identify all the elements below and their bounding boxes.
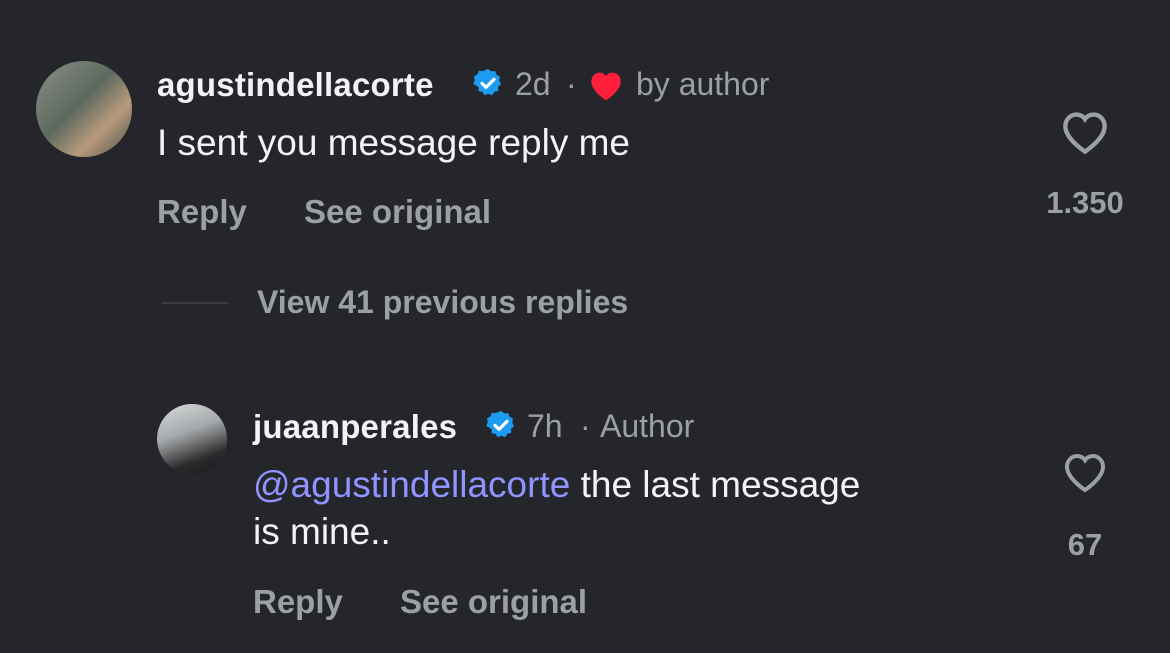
- author-badge: Author: [600, 408, 695, 444]
- meta-separator: ·: [566, 66, 577, 102]
- verified-badge-icon: [486, 411, 514, 438]
- comment-text: I sent you message reply me: [157, 122, 630, 163]
- comment-time: 2d: [515, 66, 551, 102]
- comment-username[interactable]: agustindellacorte: [157, 66, 434, 104]
- replies-divider: [162, 302, 228, 304]
- heart-filled-icon: [591, 72, 621, 101]
- avatar[interactable]: [157, 404, 227, 474]
- reply-button[interactable]: Reply: [157, 193, 247, 231]
- reply-text: @agustindellacorte the last message is m…: [253, 461, 860, 555]
- like-count: 1.350: [1046, 185, 1124, 220]
- see-original-button[interactable]: See original: [400, 583, 587, 621]
- reply-text-line2: is mine..: [253, 511, 391, 552]
- meta-separator: ·: [580, 408, 591, 444]
- heart-outline-icon[interactable]: [1058, 108, 1112, 156]
- view-previous-replies-button[interactable]: View 41 previous replies: [257, 284, 628, 321]
- avatar[interactable]: [36, 61, 132, 157]
- reply-text-part: the last message: [570, 464, 861, 505]
- verified-badge-icon: [473, 69, 501, 96]
- reply-button[interactable]: Reply: [253, 583, 343, 621]
- heart-outline-icon[interactable]: [1060, 450, 1110, 494]
- liked-by-author-label: by author: [636, 66, 770, 102]
- reply-username[interactable]: juaanperales: [253, 408, 457, 446]
- see-original-button[interactable]: See original: [304, 193, 491, 231]
- reply-time: 7h: [527, 408, 563, 444]
- like-count: 67: [1067, 527, 1103, 562]
- mention-link[interactable]: @agustindellacorte: [253, 464, 570, 505]
